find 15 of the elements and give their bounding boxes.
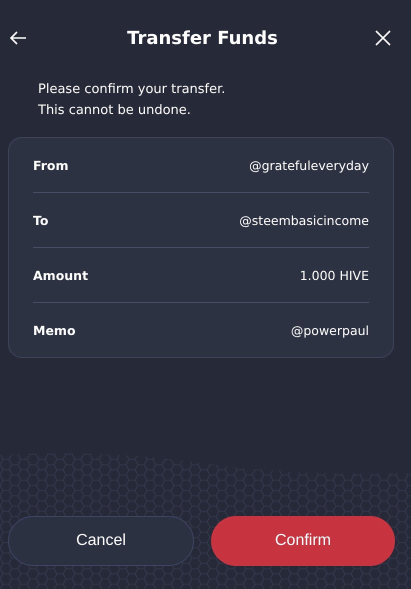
close-icon[interactable] xyxy=(374,30,391,46)
detail-value: @gratefuleveryday xyxy=(249,158,369,172)
confirm-button[interactable]: Confirm xyxy=(211,516,395,566)
back-arrow-icon[interactable] xyxy=(9,31,27,45)
window-title: Transfer Funds xyxy=(127,28,278,48)
detail-value: 1.000 HIVE xyxy=(300,268,369,282)
detail-label: Memo xyxy=(33,322,76,338)
confirm-message: Please confirm your transfer. xyxy=(38,81,226,99)
detail-value: @steembasicincome xyxy=(239,212,369,228)
detail-label: From xyxy=(33,158,69,172)
confirm-message: This cannot be undone. xyxy=(38,102,192,120)
detail-label: Amount xyxy=(33,268,88,282)
detail-label: To xyxy=(33,212,48,228)
detail-value: @powerpaul xyxy=(290,322,369,338)
cancel-button[interactable]: Cancel xyxy=(8,516,194,566)
